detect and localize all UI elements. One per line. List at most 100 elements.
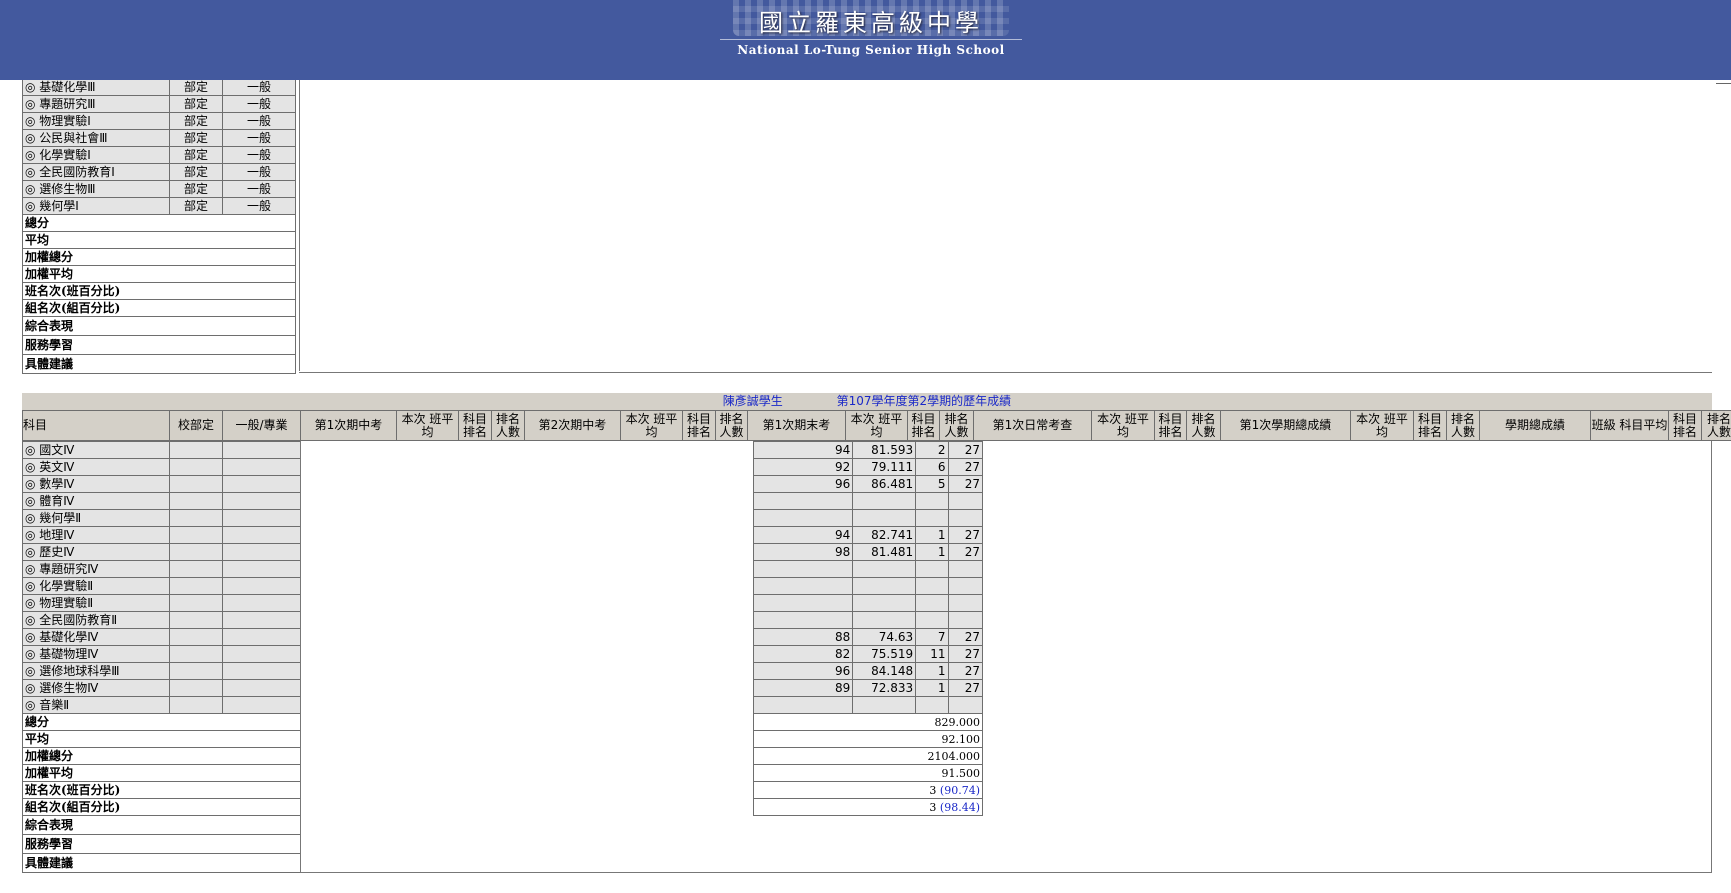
banner-divider: [720, 39, 1022, 40]
subject-category: [222, 611, 301, 629]
subject-name: ◎ 國文Ⅳ: [22, 441, 170, 459]
subject-row: ◎ 專題研究Ⅳ: [22, 560, 301, 578]
final-exam-row: 94 81.593 2 27: [752, 441, 984, 459]
top-summary-row: 組名次(組百分比): [22, 299, 296, 317]
final-score: 94: [752, 526, 854, 544]
final-subject-rank: [915, 577, 949, 595]
final-subject-rank: 11: [915, 645, 949, 663]
final-score: [752, 611, 854, 629]
semester-title-bar: 陳彥誠學生 第107學年度第2學期的歷年成績: [22, 393, 1712, 410]
subject-table: ◎ 國文Ⅳ ◎ 英文Ⅳ ◎ 數學Ⅳ ◎ 體育Ⅳ ◎ 幾何學Ⅱ ◎ 地理Ⅳ ◎ 歷史Ⅳ ◎ 專題…: [22, 441, 301, 873]
subject-name: ◎ 物理實驗Ⅱ: [22, 594, 170, 612]
final-exam-row: 96 84.148 1 27: [752, 662, 984, 680]
subject-school-dept: [169, 509, 223, 527]
subject-row: ◎ 基礎物理Ⅳ: [22, 645, 301, 663]
subject-category: [222, 475, 301, 493]
top-subject-row: ◎ 選修生物Ⅲ 部定 一般: [22, 180, 296, 198]
summary-label: 總分: [22, 713, 301, 731]
col-subj-rank: 科目 排名: [458, 410, 492, 441]
col-class-avg: 本次 班平均: [845, 410, 908, 441]
top-subject-type: 部定: [169, 163, 223, 181]
previous-semester-table: ◎ 基礎化學Ⅲ 部定 一般 ◎ 專題研究Ⅲ 部定 一般 ◎ 物理實驗Ⅰ 部定 一般 ◎ 公民與社會…: [22, 78, 296, 374]
final-class-avg: [852, 594, 917, 612]
summary-label: 組名次(組百分比): [22, 798, 301, 816]
top-summary-label: 班名次(班百分比): [22, 282, 296, 300]
subject-row: ◎ 英文Ⅳ: [22, 458, 301, 476]
final-exam-row: 98 81.481 1 27: [752, 543, 984, 561]
col-rank-count: 排名 人數: [1186, 410, 1221, 441]
summary-row: 組名次(組百分比): [22, 798, 301, 816]
col-school-dept: 校部定: [169, 410, 223, 441]
summary-number: 92.100: [941, 732, 981, 746]
final-rank-count: 27: [947, 526, 984, 544]
final-subject-rank: 1: [915, 679, 949, 697]
extra-label-row: 具體建議: [22, 853, 301, 873]
subject-row: ◎ 數學Ⅳ: [22, 475, 301, 493]
subject-name: ◎ 全民國防教育Ⅱ: [22, 611, 170, 629]
col-sem-total: 第1次學期總成績: [1220, 410, 1351, 441]
final-class-avg: [852, 560, 917, 578]
final-class-avg: 86.481: [852, 475, 917, 493]
subject-name: ◎ 幾何學Ⅱ: [22, 509, 170, 527]
school-banner: 國立羅東高級中學 National Lo-Tung Senior High Sc…: [0, 0, 1731, 80]
final-rank-count: [947, 560, 984, 578]
final-rank-count: [947, 594, 984, 612]
final-score: [752, 509, 854, 527]
final-subject-rank: 7: [915, 628, 949, 646]
summary-number: 2104.000: [927, 749, 981, 763]
subject-school-dept: [169, 645, 223, 663]
summary-value-row: 91.500: [753, 764, 983, 782]
subject-row: ◎ 音樂Ⅱ: [22, 696, 301, 714]
subject-category: [222, 560, 301, 578]
top-subject-type: 部定: [169, 78, 223, 96]
final-score: [752, 560, 854, 578]
final-subject-rank: [915, 509, 949, 527]
final-exam-row: [752, 611, 984, 629]
final-exam-row: [752, 594, 984, 612]
col-exam2: 第2次期中考: [524, 410, 621, 441]
top-summary-label: 平均: [22, 231, 296, 249]
middle-blank-left-border: [300, 441, 301, 873]
final-score: 89: [752, 679, 854, 697]
final-score: 82: [752, 645, 854, 663]
col-class-avg: 本次 班平均: [396, 410, 459, 441]
extra-label: 服務學習: [22, 834, 301, 854]
top-summary-label: 組名次(組百分比): [22, 299, 296, 317]
final-class-avg: 81.593: [852, 441, 917, 459]
summary-value: 3 (98.44): [753, 798, 983, 816]
top-summary-label: 綜合表現: [22, 316, 296, 336]
subject-school-dept: [169, 662, 223, 680]
col-subj-rank: 科目 排名: [907, 410, 940, 441]
subject-school-dept: [169, 458, 223, 476]
summary-value-row: 92.100: [753, 730, 983, 748]
subject-row: ◎ 國文Ⅳ: [22, 441, 301, 459]
top-subject-type: 部定: [169, 95, 223, 113]
top-subject-category: 一般: [222, 197, 296, 215]
col-rank-count: 排名 人數: [715, 410, 748, 441]
subject-name: ◎ 歷史Ⅳ: [22, 543, 170, 561]
col-rank-count: 排名 人數: [1701, 410, 1731, 441]
final-rank-count: 27: [947, 679, 984, 697]
col-subj-rank: 科目 排名: [682, 410, 716, 441]
subject-category: [222, 458, 301, 476]
subject-category: [222, 628, 301, 646]
summary-label: 班名次(班百分比): [22, 781, 301, 799]
top-subject-name: ◎ 物理實驗Ⅰ: [22, 112, 170, 130]
top-subject-row: ◎ 全民國防教育Ⅰ 部定 一般: [22, 163, 296, 181]
subject-name: ◎ 體育Ⅳ: [22, 492, 170, 510]
final-class-avg: 79.111: [852, 458, 917, 476]
subject-school-dept: [169, 611, 223, 629]
final-subject-rank: [915, 560, 949, 578]
top-subject-category: 一般: [222, 146, 296, 164]
bottom-border: [300, 872, 1711, 873]
col-category: 一般/專業: [222, 410, 301, 441]
final-rank-count: 27: [947, 543, 984, 561]
final-score: [752, 577, 854, 595]
final-exam-row: [752, 492, 984, 510]
final-score: 96: [752, 662, 854, 680]
top-subject-category: 一般: [222, 180, 296, 198]
final-class-avg: 72.833: [852, 679, 917, 697]
final-class-avg: 75.519: [852, 645, 917, 663]
top-subject-name: ◎ 化學實驗Ⅰ: [22, 146, 170, 164]
top-subject-row: ◎ 物理實驗Ⅰ 部定 一般: [22, 112, 296, 130]
